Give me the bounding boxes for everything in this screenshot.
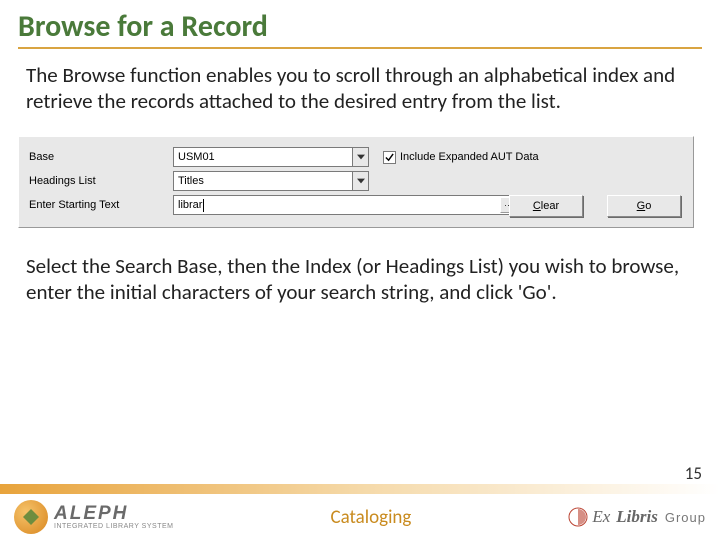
- aleph-logo: ALEPH INTEGRATED LIBRARY SYSTEM: [14, 500, 173, 534]
- exlibris-logo: Ex Libris Group: [568, 507, 706, 527]
- exlibris-group: Group: [665, 510, 706, 525]
- base-value: USM01: [178, 151, 215, 163]
- starting-text-label: Enter Starting Text: [29, 199, 173, 211]
- text-cursor: [203, 199, 204, 212]
- page-title: Browse for a Record: [18, 8, 702, 47]
- intro-text-b: Browse: [62, 62, 125, 88]
- aleph-logo-icon: [14, 500, 48, 534]
- title-underline: [18, 47, 702, 49]
- exlibris-ex: Ex: [592, 507, 610, 527]
- include-aut-label: Include Expanded AUT Data: [400, 151, 539, 163]
- aleph-logo-subtitle: INTEGRATED LIBRARY SYSTEM: [54, 523, 173, 530]
- clear-button[interactable]: Clear: [509, 195, 583, 217]
- clear-button-label: Clear: [533, 200, 559, 212]
- starting-text-value: librar: [178, 199, 202, 211]
- dropdown-arrow-icon[interactable]: [352, 172, 368, 190]
- footer: ALEPH INTEGRATED LIBRARY SYSTEM Catalogi…: [0, 484, 720, 540]
- footer-title: Cataloging: [173, 506, 568, 529]
- aleph-logo-text: ALEPH: [54, 504, 173, 523]
- headings-value: Titles: [178, 175, 204, 187]
- go-button[interactable]: Go: [607, 195, 681, 217]
- instruction-paragraph: Select the Search Base, then the Index (…: [18, 254, 702, 305]
- checkbox-icon[interactable]: [383, 151, 396, 164]
- include-aut-checkbox[interactable]: Include Expanded AUT Data: [383, 151, 539, 164]
- browse-form-panel: Base USM01 Include Expanded AUT Data Hea…: [18, 136, 694, 228]
- go-button-label: Go: [637, 200, 652, 212]
- footer-gradient: [0, 484, 720, 494]
- intro-paragraph: The Browse function enables you to scrol…: [18, 63, 702, 114]
- starting-text-input[interactable]: librar ⋯: [173, 195, 521, 215]
- exlibris-libris: Libris: [616, 507, 658, 527]
- dropdown-arrow-icon[interactable]: [352, 148, 368, 166]
- page-number: 15: [685, 463, 702, 484]
- base-label: Base: [29, 151, 173, 163]
- base-dropdown[interactable]: USM01: [173, 147, 369, 167]
- headings-dropdown[interactable]: Titles: [173, 171, 369, 191]
- headings-label: Headings List: [29, 175, 173, 187]
- intro-text-a: The: [26, 62, 62, 88]
- exlibris-logo-icon: [568, 507, 588, 527]
